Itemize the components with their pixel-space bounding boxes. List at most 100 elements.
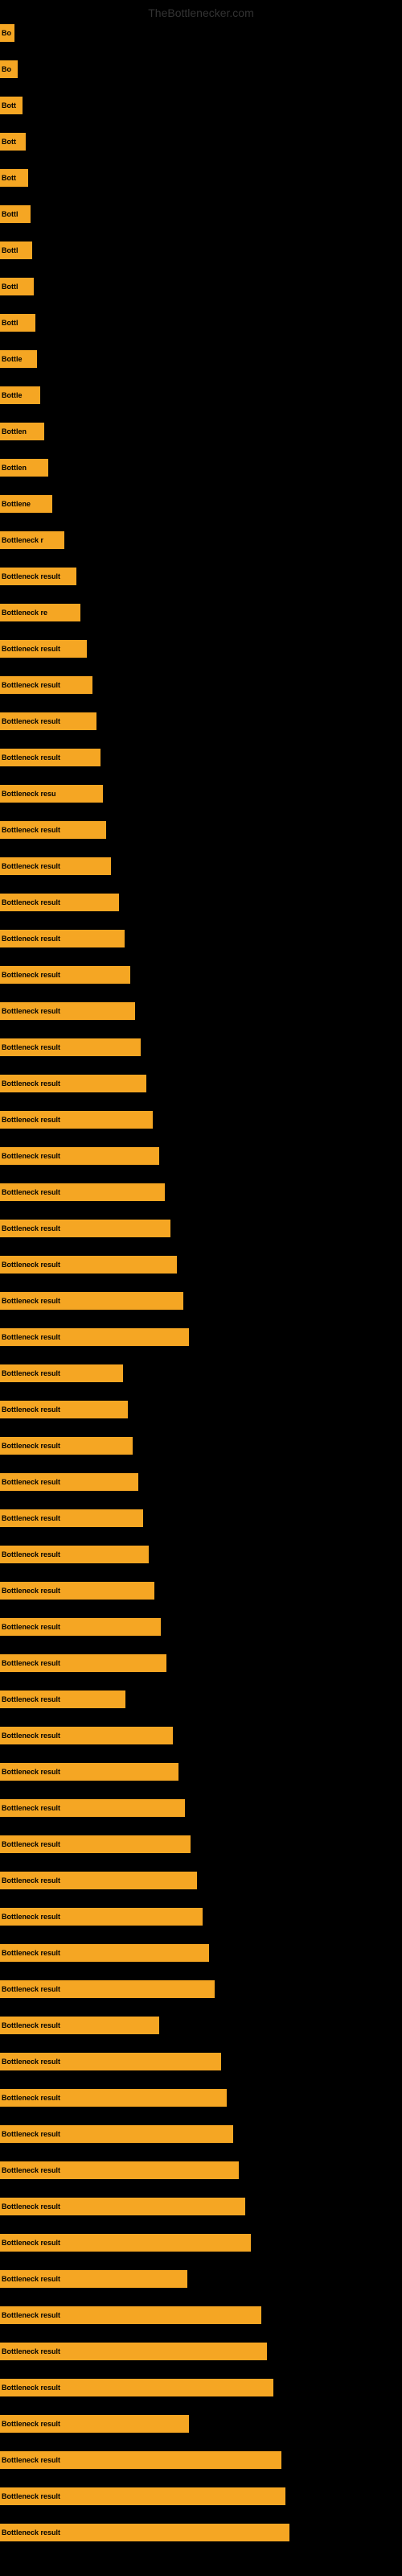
bar-label: Bottleneck result [2, 2311, 60, 2319]
bar-label: Bottleneck r [2, 536, 43, 544]
bar-item: Bottleneck result [0, 1256, 177, 1274]
bar-item: Bottleneck result [0, 2125, 233, 2143]
bar-label: Bottleneck result [2, 2456, 60, 2464]
bar-label: Bottleneck result [2, 1985, 60, 1993]
bar-item: Bottle [0, 350, 37, 368]
bar-label: Bo [2, 29, 11, 37]
bar-item: Bottleneck resu [0, 785, 103, 803]
bar-item: Bottleneck result [0, 1401, 128, 1418]
bar-label: Bottleneck result [2, 898, 60, 906]
bar-item: Bottlen [0, 423, 44, 440]
bar-item: Bottleneck result [0, 1038, 141, 1056]
bar-item: Bottleneck result [0, 1292, 183, 1310]
bar-label: Bottleneck result [2, 1478, 60, 1486]
bar-label: Bottleneck result [2, 1659, 60, 1667]
bar-label: Bottleneck result [2, 2202, 60, 2211]
bar-label: Bottleneck result [2, 1116, 60, 1124]
bar-label: Bo [2, 65, 11, 73]
bar-label: Bottleneck result [2, 826, 60, 834]
bar-label: Bottleneck result [2, 1768, 60, 1776]
bar-item: Bottleneck result [0, 2524, 289, 2541]
bar-label: Bottleneck result [2, 1369, 60, 1377]
bar-item: Bottleneck result [0, 1437, 133, 1455]
bar-item: Bottlen [0, 459, 48, 477]
bar-label: Bottleneck result [2, 2239, 60, 2247]
bar-item: Bottl [0, 205, 31, 223]
bar-label: Bottleneck result [2, 2347, 60, 2355]
bar-label: Bottl [2, 210, 18, 218]
bar-item: Bottleneck result [0, 966, 130, 984]
bar-item: Bottleneck result [0, 568, 76, 585]
bar-item: Bottleneck re [0, 604, 80, 621]
bar-label: Bottleneck re [2, 609, 47, 617]
bar-item: Bottlene [0, 495, 52, 513]
bar-label: Bottleneck result [2, 2420, 60, 2428]
bar-item: Bottleneck result [0, 2415, 189, 2433]
bar-item: Bo [0, 60, 18, 78]
bar-label: Bottle [2, 355, 23, 363]
bar-item: Bottleneck result [0, 857, 111, 875]
bar-item: Bottl [0, 314, 35, 332]
bar-item: Bottleneck result [0, 1328, 189, 1346]
bar-item: Bottleneck result [0, 930, 125, 947]
bar-item: Bottleneck result [0, 1002, 135, 1020]
bar-label: Bottleneck result [2, 753, 60, 762]
bar-item: Bottleneck result [0, 1111, 153, 1129]
bar-label: Bottleneck result [2, 2384, 60, 2392]
bar-item: Bottleneck result [0, 1872, 197, 1889]
bar-label: Bottl [2, 319, 18, 327]
bar-item: Bottleneck result [0, 676, 92, 694]
bar-label: Bottleneck result [2, 1949, 60, 1957]
bar-item: Bottleneck result [0, 1147, 159, 1165]
bar-item: Bottleneck result [0, 1473, 138, 1491]
bar-label: Bottleneck result [2, 1442, 60, 1450]
bar-item: Bottleneck result [0, 2343, 267, 2360]
bar-item: Bottleneck result [0, 2017, 159, 2034]
bar-item: Bottleneck result [0, 1980, 215, 1998]
bar-label: Bottleneck result [2, 1514, 60, 1522]
bar-label: Bottleneck result [2, 645, 60, 653]
bar-label: Bottl [2, 246, 18, 254]
bar-label: Bottleneck result [2, 1550, 60, 1558]
bar-label: Bott [2, 101, 16, 109]
bar-item: Bottleneck result [0, 2306, 261, 2324]
bar-item: Bottleneck result [0, 1509, 143, 1527]
bar-label: Bott [2, 138, 16, 146]
bar-label: Bottleneck result [2, 1261, 60, 1269]
bar-label: Bottleneck result [2, 1913, 60, 1921]
bar-item: Bottleneck result [0, 1364, 123, 1382]
bar-label: Bottlen [2, 464, 27, 472]
bar-label: Bottlene [2, 500, 31, 508]
bar-label: Bottl [2, 283, 18, 291]
bar-label: Bottleneck result [2, 717, 60, 725]
bar-item: Bottleneck result [0, 2089, 227, 2107]
bar-item: Bottleneck r [0, 531, 64, 549]
bar-item: Bottleneck result [0, 1944, 209, 1962]
bar-item: Bottleneck result [0, 2487, 285, 2505]
bar-item: Bottleneck result [0, 1546, 149, 1563]
bar-item: Bott [0, 169, 28, 187]
bar-item: Bottleneck result [0, 640, 87, 658]
bar-label: Bottleneck result [2, 1188, 60, 1196]
bar-label: Bottleneck result [2, 1406, 60, 1414]
bar-label: Bottleneck result [2, 1152, 60, 1160]
bar-item: Bottl [0, 242, 32, 259]
bar-item: Bottleneck result [0, 2161, 239, 2179]
bar-item: Bottleneck result [0, 2234, 251, 2252]
bar-item: Bottleneck result [0, 1654, 166, 1672]
bar-item: Bottleneck result [0, 1075, 146, 1092]
bar-label: Bottleneck result [2, 1695, 60, 1703]
bar-item: Bo [0, 24, 14, 42]
site-title: TheBottlenecker.com [148, 6, 254, 19]
bar-item: Bottleneck result [0, 894, 119, 911]
bar-label: Bottleneck result [2, 2492, 60, 2500]
bar-label: Bottleneck result [2, 2058, 60, 2066]
bar-label: Bottleneck result [2, 1333, 60, 1341]
bar-label: Bottleneck result [2, 1623, 60, 1631]
bar-item: Bottleneck result [0, 1799, 185, 1817]
bar-label: Bottleneck result [2, 971, 60, 979]
bar-item: Bottleneck result [0, 2270, 187, 2288]
bar-item: Bottleneck result [0, 1690, 125, 1708]
bar-item: Bottleneck result [0, 2379, 273, 2396]
bar-label: Bottleneck result [2, 1297, 60, 1305]
